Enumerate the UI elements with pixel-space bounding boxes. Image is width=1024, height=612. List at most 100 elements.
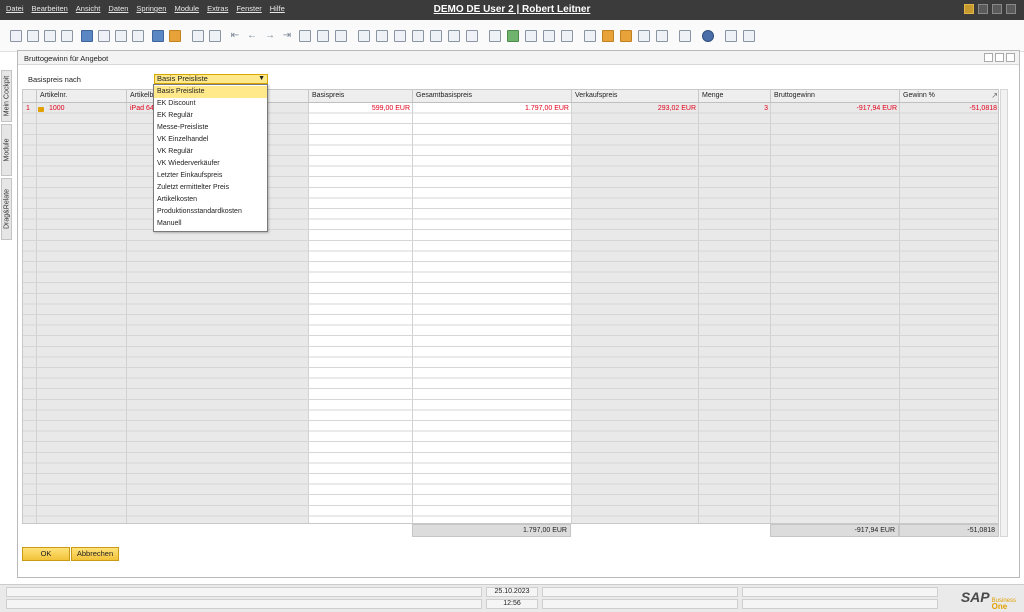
dropdown-option[interactable]: Basis Preisliste <box>154 86 267 98</box>
window-icon[interactable] <box>743 30 755 42</box>
sms-icon[interactable] <box>61 30 73 42</box>
dropdown-option[interactable]: Produktionsstandardkosten <box>154 206 267 218</box>
row-number: 1 <box>26 105 30 112</box>
user-icon[interactable] <box>656 30 668 42</box>
payment-icon[interactable] <box>412 30 424 42</box>
basis-price-dropdown: Basis Preisliste EK Discount EK Regulär … <box>153 84 268 232</box>
export-excel-icon[interactable] <box>115 30 127 42</box>
cell-gesamtbasispreis[interactable]: 1.797,00 EUR <box>413 105 569 112</box>
find-icon[interactable] <box>192 30 204 42</box>
header-menge[interactable]: Menge <box>699 90 771 102</box>
cell-artikelnr[interactable]: 1000 <box>49 105 65 112</box>
basis-price-select[interactable]: Basis Preisliste ▼ <box>154 74 268 84</box>
dropdown-option[interactable]: Artikelkosten <box>154 194 267 206</box>
organization-icon[interactable] <box>638 30 650 42</box>
header-gewinn[interactable]: Gewinn % <box>900 90 998 102</box>
layout-icon[interactable] <box>448 30 460 42</box>
help-icon[interactable] <box>964 4 974 14</box>
status-field-3 <box>742 587 938 597</box>
status-message-field-2 <box>6 599 482 609</box>
cell-gewinn[interactable]: -51,0818 <box>900 105 997 112</box>
status-field-2 <box>542 599 738 609</box>
header-gesamtbasispreis[interactable]: Gesamtbasispreis <box>413 90 572 102</box>
calculator-icon[interactable] <box>620 30 632 42</box>
cell-verkaufspreis[interactable]: 293,02 EUR <box>572 105 696 112</box>
totals-row: 1.797,00 EUR -917,94 EUR -51,0818 <box>22 524 999 537</box>
document-settings-icon[interactable] <box>525 30 537 42</box>
dropdown-option[interactable]: EK Discount <box>154 98 267 110</box>
dropdown-option[interactable]: Letzter Einkaufspreis <box>154 170 267 182</box>
web-icon[interactable] <box>679 30 691 42</box>
cell-bruttogewinn[interactable]: -917,94 EUR <box>771 105 897 112</box>
new-document-icon[interactable] <box>507 30 519 42</box>
link-arrow-icon[interactable] <box>38 107 44 112</box>
window-title: Bruttogewinn für Angebot <box>24 54 109 63</box>
filter-icon[interactable] <box>317 30 329 42</box>
sort-icon[interactable] <box>335 30 347 42</box>
print-preview-icon[interactable] <box>10 30 22 42</box>
header-artikelnr[interactable]: Artikelnr. <box>37 90 127 102</box>
target-document-icon[interactable] <box>376 30 388 42</box>
refresh-icon[interactable] <box>299 30 311 42</box>
base-document-icon[interactable] <box>358 30 370 42</box>
window-minimize-button[interactable] <box>984 53 993 62</box>
header-bruttogewinn[interactable]: Bruttogewinn <box>771 90 900 102</box>
vertical-scrollbar[interactable] <box>1000 89 1008 537</box>
dropdown-option[interactable]: VK Einzelhandel <box>154 134 267 146</box>
status-bar: 25.10.2023 12:56 SAP Business One <box>0 584 1024 612</box>
print-icon[interactable] <box>27 30 39 42</box>
next-record-icon[interactable]: → <box>264 30 276 42</box>
calendar-icon[interactable] <box>584 30 596 42</box>
dropdown-option[interactable]: VK Regulär <box>154 146 267 158</box>
expand-icon[interactable]: ↗ <box>991 91 998 100</box>
last-record-icon[interactable]: ⇥ <box>281 30 293 42</box>
header-verkaufspreis[interactable]: Verkaufspreis <box>572 90 699 102</box>
side-tab-module[interactable]: Module <box>1 124 12 176</box>
cancel-button[interactable]: Abbrechen <box>71 547 119 561</box>
dropdown-option[interactable]: Zuletzt ermittelter Preis <box>154 182 267 194</box>
first-record-icon[interactable]: ⇤ <box>229 30 241 42</box>
minimize-button[interactable] <box>978 4 988 14</box>
dropdown-option[interactable]: VK Wiederverkäufer <box>154 158 267 170</box>
alerts-icon[interactable] <box>561 30 573 42</box>
cell-menge[interactable]: 3 <box>699 105 768 112</box>
gross-profit-icon[interactable] <box>430 30 442 42</box>
export-word-icon[interactable] <box>98 30 110 42</box>
side-tab-module-label: Module <box>3 138 10 162</box>
side-tab-cockpit-label: Mein Cockpit <box>3 75 10 117</box>
add-icon[interactable] <box>209 30 221 42</box>
export-pdf-icon[interactable] <box>132 30 144 42</box>
launch-icon[interactable] <box>152 30 164 42</box>
window-controls <box>964 4 1016 14</box>
cell-basispreis[interactable]: 599,00 EUR <box>309 105 410 112</box>
window-controls <box>984 53 1015 62</box>
header-row-number <box>23 90 37 102</box>
header-basispreis[interactable]: Basispreis <box>309 90 413 102</box>
lock-icon[interactable] <box>169 30 181 42</box>
total-gewinn: -51,0818 <box>899 524 999 537</box>
side-tab-cockpit[interactable]: Mein Cockpit <box>1 70 12 122</box>
journal-icon[interactable] <box>394 30 406 42</box>
dropdown-option[interactable]: Messe-Preisliste <box>154 122 267 134</box>
side-tab-dragrelate-label: Drag&Relate <box>3 188 10 230</box>
side-tab-dragrelate[interactable]: Drag&Relate <box>1 178 12 240</box>
inbox-icon[interactable] <box>602 30 614 42</box>
sap-logo-one: One <box>991 602 1008 611</box>
dropdown-option[interactable]: Manuell <box>154 218 267 230</box>
messages-icon[interactable] <box>543 30 555 42</box>
window-title-bar: Bruttogewinn für Angebot <box>18 51 1019 65</box>
help-circle-icon[interactable] <box>702 30 714 42</box>
ok-button[interactable]: OK <box>22 547 70 561</box>
window-maximize-button[interactable] <box>995 53 1004 62</box>
settings-icon[interactable] <box>466 30 478 42</box>
email-icon[interactable] <box>44 30 56 42</box>
notes-icon[interactable] <box>725 30 737 42</box>
restore-button[interactable] <box>992 4 1002 14</box>
fax-icon[interactable] <box>81 30 93 42</box>
dropdown-option[interactable]: EK Regulär <box>154 110 267 122</box>
edit-icon[interactable] <box>489 30 501 42</box>
window-close-button[interactable] <box>1006 53 1015 62</box>
previous-record-icon[interactable]: ← <box>246 30 258 42</box>
close-button[interactable] <box>1006 4 1016 14</box>
chevron-down-icon: ▼ <box>258 75 265 82</box>
